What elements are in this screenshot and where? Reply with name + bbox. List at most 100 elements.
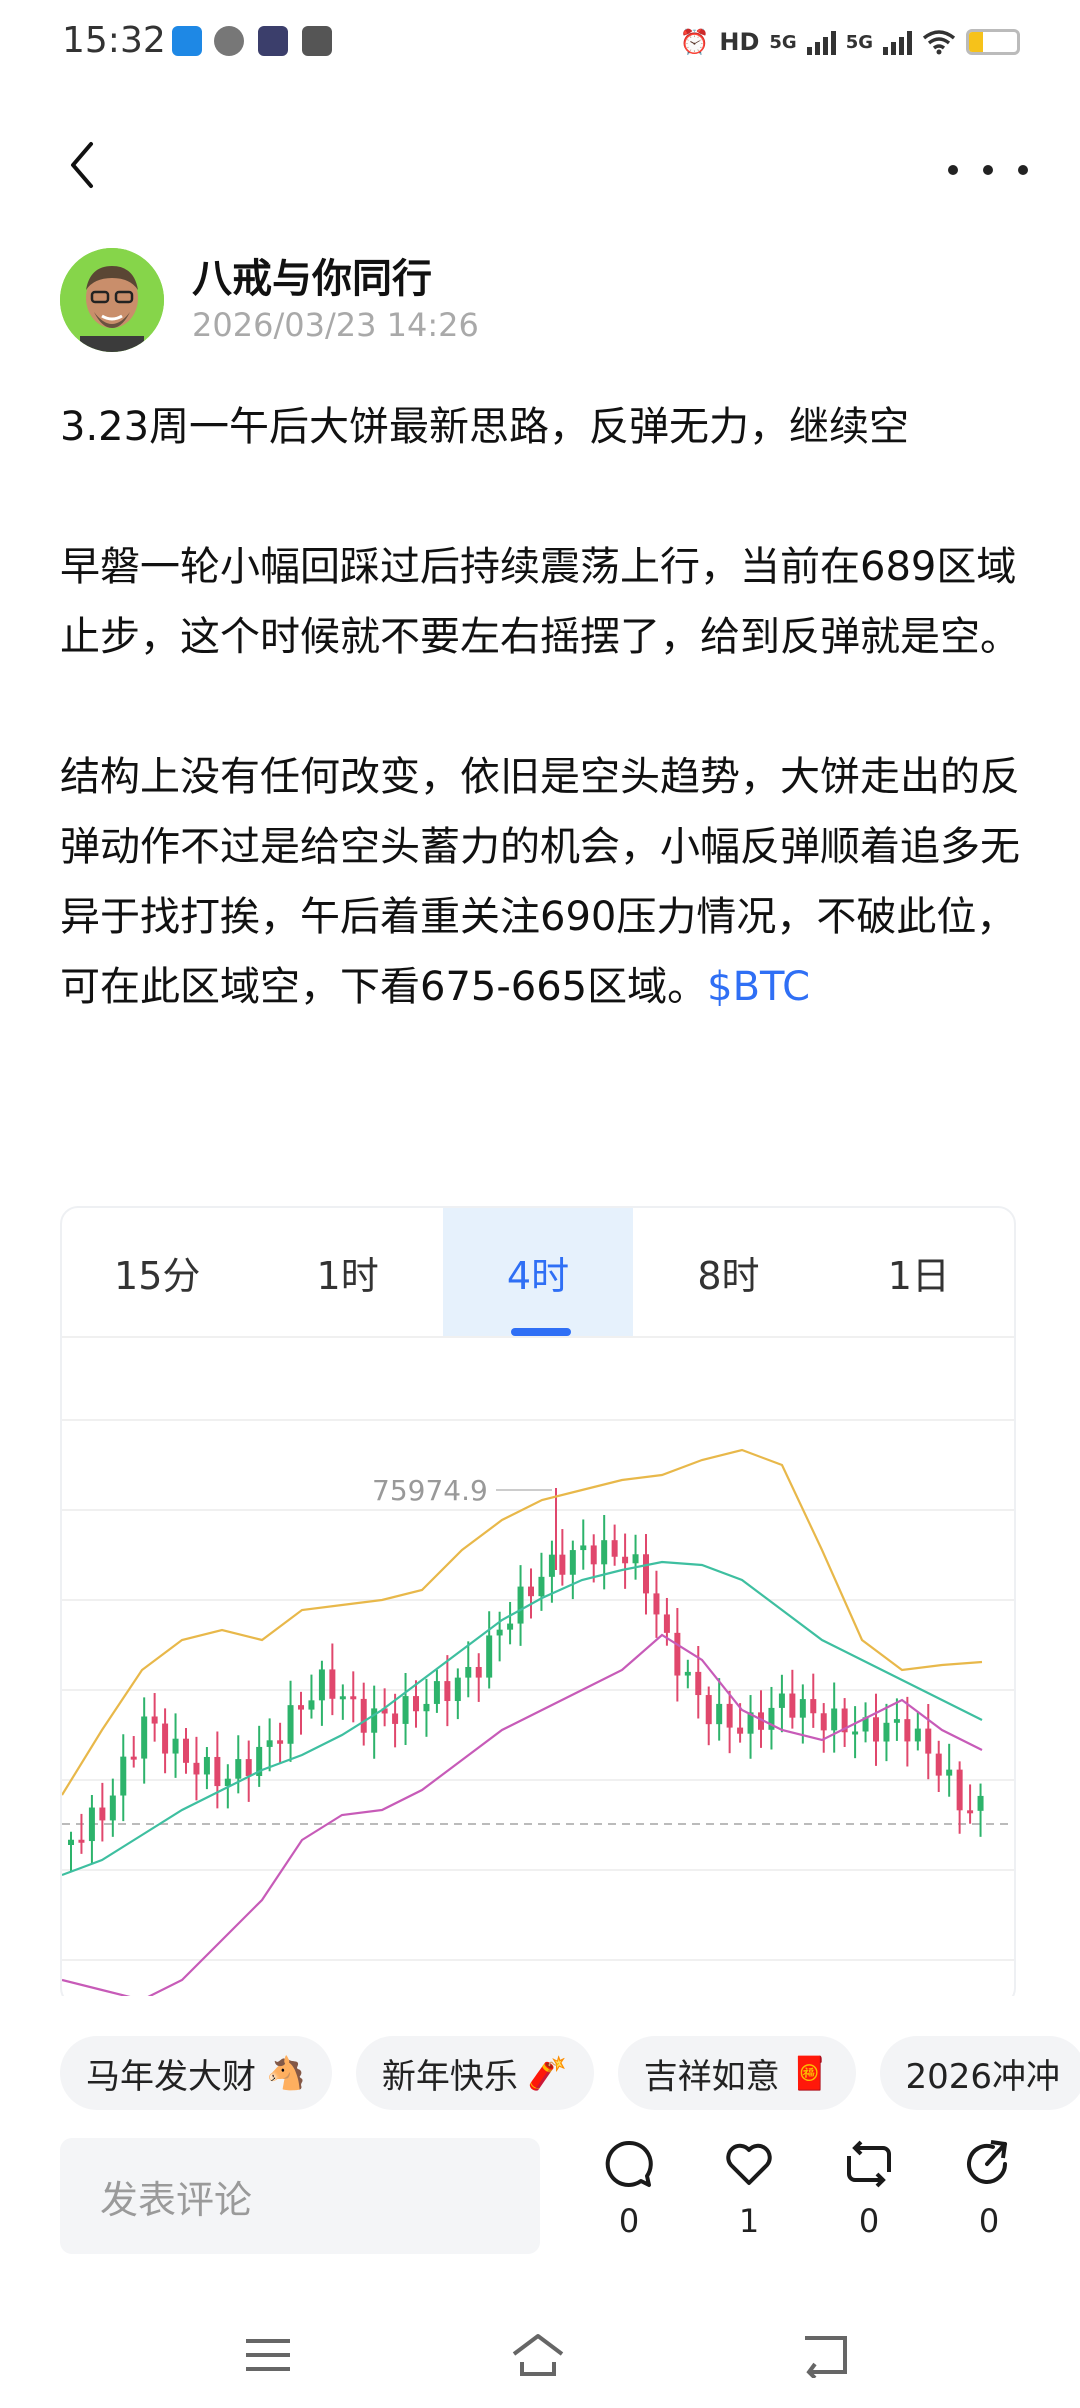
- candle-body: [778, 1693, 785, 1708]
- back-button[interactable]: [52, 130, 112, 200]
- repost-button[interactable]: 0: [824, 2138, 914, 2258]
- candle-body: [371, 1708, 378, 1733]
- bilibili-icon: [172, 26, 202, 56]
- browser-icon: [214, 26, 244, 56]
- candle-body: [653, 1593, 660, 1615]
- candle-body: [737, 1727, 744, 1734]
- candle-body: [925, 1728, 932, 1754]
- candle-body: [454, 1677, 461, 1702]
- topic-emoji-icon: 🧨: [527, 2054, 568, 2092]
- tab-3[interactable]: 8时: [633, 1208, 823, 1336]
- candle-body: [392, 1713, 399, 1724]
- timeframe-tabs: 15分 1时 4时 8时 1日: [62, 1208, 1014, 1338]
- tab-0[interactable]: 15分: [62, 1208, 252, 1336]
- candle-body: [350, 1696, 357, 1700]
- like-button[interactable]: 1: [704, 2138, 794, 2258]
- candle-body: [245, 1759, 252, 1777]
- candle-body: [674, 1632, 681, 1676]
- comment-count: 0: [618, 2202, 640, 2240]
- candle-body: [810, 1699, 817, 1714]
- tab-2[interactable]: 4时: [442, 1208, 634, 1336]
- candle-body: [465, 1666, 472, 1678]
- comment-button[interactable]: 0: [584, 2138, 674, 2258]
- topic-label: 2026冲冲: [905, 2056, 1061, 2097]
- author-name[interactable]: 八戒与你同行: [192, 246, 432, 304]
- candle-body: [235, 1759, 242, 1779]
- kline-chart[interactable]: 75974.9: [62, 1340, 1014, 2006]
- candle-body: [130, 1756, 137, 1760]
- candle-body: [339, 1696, 346, 1700]
- candle-body: [308, 1700, 315, 1710]
- ticker-link[interactable]: $BTC: [707, 964, 810, 1010]
- candle-body: [956, 1769, 963, 1811]
- hd-label: HD: [719, 28, 760, 56]
- candle-body: [977, 1795, 984, 1811]
- repost-count: 0: [858, 2202, 880, 2240]
- topic-chip[interactable]: 吉祥如意 🧧: [617, 2036, 856, 2110]
- nav-menu-button[interactable]: [238, 2330, 298, 2380]
- candle-body: [496, 1629, 503, 1636]
- signal-icon-1: [806, 29, 836, 55]
- like-count: 1: [738, 2202, 760, 2240]
- avatar[interactable]: [60, 248, 164, 352]
- more-options-button[interactable]: [948, 140, 1028, 200]
- candle-body: [277, 1740, 284, 1744]
- comment-input[interactable]: 发表评论: [60, 2138, 540, 2254]
- candle-body: [967, 1810, 974, 1814]
- nav-home-button[interactable]: [508, 2330, 568, 2380]
- candle-body: [695, 1671, 702, 1696]
- candle-body: [99, 1807, 106, 1821]
- share-button[interactable]: 0: [944, 2138, 1034, 2258]
- candle-body: [716, 1703, 723, 1725]
- candle-body: [203, 1756, 210, 1775]
- more-dot-icon: [983, 165, 993, 175]
- candle-body: [266, 1740, 273, 1747]
- signal-icon-2: [883, 29, 912, 55]
- candle-body: [475, 1666, 482, 1678]
- wifi-icon: [922, 30, 956, 55]
- message-icon: [302, 26, 332, 56]
- candle-body: [914, 1728, 921, 1742]
- more-dot-icon: [948, 165, 958, 175]
- candle-body: [632, 1554, 639, 1564]
- candle-body: [287, 1705, 294, 1744]
- home-icon: [512, 2334, 564, 2376]
- topic-chip[interactable]: 2026冲冲: [879, 2036, 1080, 2110]
- candle-body: [935, 1753, 942, 1776]
- candle-body: [705, 1695, 712, 1725]
- topic-chip[interactable]: 马年发大财 🐴: [60, 2036, 332, 2110]
- candle-body: [214, 1756, 221, 1787]
- candle-body: [162, 1723, 169, 1754]
- topic-label: 马年发大财: [86, 2056, 256, 2097]
- menu-icon: [246, 2339, 290, 2371]
- back-arrow-icon: [805, 2336, 847, 2378]
- candle-body: [946, 1769, 953, 1776]
- more-dot-icon: [1018, 165, 1028, 175]
- comment-bubble-icon: [605, 2140, 653, 2187]
- candle-body: [78, 1839, 85, 1843]
- candle-body: [883, 1722, 890, 1742]
- battery-icon: [966, 29, 1020, 55]
- nav-back-button[interactable]: [796, 2330, 856, 2380]
- candle-body: [402, 1696, 409, 1724]
- candle-body: [444, 1681, 451, 1702]
- candle-body: [68, 1839, 74, 1845]
- candle-body: [318, 1669, 325, 1701]
- topic-chip[interactable]: 新年快乐 🧨: [355, 2036, 594, 2110]
- candle-body: [643, 1554, 649, 1594]
- heart-icon: [726, 2143, 772, 2185]
- candle-body: [298, 1705, 304, 1710]
- candle-body: [580, 1545, 587, 1551]
- candle-body: [151, 1716, 158, 1724]
- candle-body: [329, 1669, 336, 1699]
- topic-chips: 马年发大财 🐴 新年快乐 🧨 吉祥如意 🧧 2026冲冲: [60, 2036, 1080, 2110]
- candle-body: [538, 1576, 545, 1597]
- high-annotation-label: 75974.9: [372, 1474, 488, 1507]
- tab-4[interactable]: 1日: [824, 1208, 1014, 1336]
- tab-1[interactable]: 1时: [252, 1208, 442, 1336]
- candle-body: [893, 1719, 900, 1723]
- candle-body: [569, 1550, 576, 1575]
- post-timestamp: 2026/03/23 14:26: [192, 306, 479, 344]
- candle-body: [548, 1554, 555, 1577]
- post-body: 3.23周一午后大饼最新思路，反弹无力，继续空 早磐一轮小幅回踩过后持续震荡上行…: [60, 392, 1020, 1022]
